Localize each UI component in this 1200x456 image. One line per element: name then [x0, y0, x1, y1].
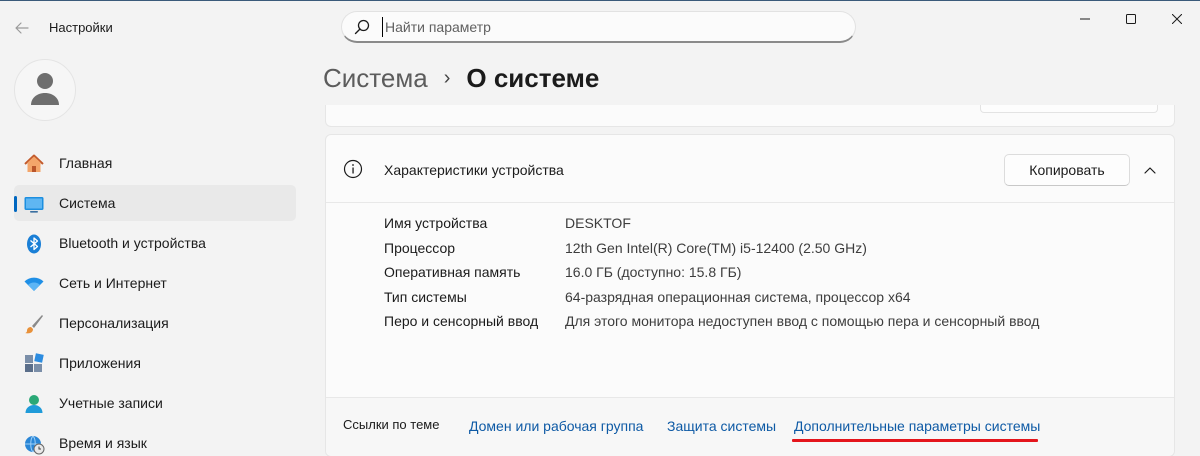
breadcrumb: Система › О системе: [323, 63, 599, 94]
minimize-button[interactable]: [1062, 1, 1108, 37]
app-title: Настройки: [49, 20, 113, 35]
spec-label: Перо и сенсорный ввод: [384, 313, 539, 329]
window-controls: [1062, 1, 1200, 37]
globe-clock-icon: [23, 433, 45, 455]
sidebar-item-apps[interactable]: Приложения: [14, 345, 296, 381]
spec-value: 64-разрядная операционная система, проце…: [565, 288, 911, 305]
system-icon: [23, 193, 45, 215]
domain-workgroup-link[interactable]: Домен или рабочая группа: [469, 418, 643, 434]
highlight-underline: [792, 439, 1038, 442]
home-icon: [23, 153, 45, 175]
avatar[interactable]: [14, 59, 76, 121]
sidebar-item-personalization[interactable]: Персонализация: [14, 305, 296, 341]
apps-icon: [23, 353, 45, 375]
search-input[interactable]: [382, 17, 842, 37]
sidebar-item-home[interactable]: Главная: [14, 145, 296, 181]
collapse-button[interactable]: [1138, 158, 1162, 182]
settings-window: Настройки Найти параметр Главная Система…: [0, 0, 1200, 456]
spec-value: DESKTOF: [565, 215, 631, 231]
system-protection-link[interactable]: Защита системы: [667, 418, 776, 434]
spec-value: Для этого монитора недоступен ввод с пом…: [565, 313, 1040, 329]
related-links-label: Ссылки по теме: [343, 417, 440, 432]
maximize-icon: [1126, 14, 1136, 24]
spec-label: Тип системы: [384, 288, 467, 305]
back-arrow-icon: [15, 22, 29, 34]
copy-button[interactable]: Копировать: [1004, 154, 1130, 186]
sidebar-item-system[interactable]: Система: [14, 185, 296, 221]
sidebar-item-label: Учетные записи: [59, 395, 163, 411]
spec-value: 12th Gen Intel(R) Core(TM) i5-12400 (2.5…: [565, 239, 867, 256]
sidebar-item-label: Сеть и Интернет: [59, 275, 167, 291]
card-title: Характеристики устройства: [384, 162, 564, 178]
spec-label: Оперативная память: [384, 264, 521, 280]
brush-icon: [23, 313, 45, 335]
sidebar-item-label: Главная: [59, 155, 113, 171]
sidebar-item-label: Время и язык: [59, 435, 147, 451]
chevron-up-icon: [1144, 167, 1156, 174]
minimize-icon: [1080, 18, 1090, 20]
device-specs-header[interactable]: Характеристики устройства Копировать: [326, 135, 1174, 203]
wifi-icon: [23, 273, 45, 295]
spec-label: Процессор: [384, 239, 456, 256]
search-icon: [354, 19, 370, 35]
page-title: О системе: [466, 63, 600, 93]
sidebar-item-bluetooth[interactable]: Bluetooth и устройства: [14, 225, 296, 261]
chevron-right-icon: ›: [443, 67, 451, 89]
sidebar-item-network[interactable]: Сеть и Интернет: [14, 265, 296, 301]
sidebar-item-label: Bluetooth и устройства: [59, 235, 206, 251]
sidebar-item-label: Персонализация: [59, 315, 169, 331]
sidebar-item-label: Приложения: [59, 355, 141, 371]
info-icon: [343, 159, 363, 179]
search-box[interactable]: [341, 11, 856, 43]
advanced-system-settings-link[interactable]: Дополнительные параметры системы: [794, 418, 1040, 434]
sidebar-item-label: Система: [59, 195, 116, 211]
sidebar-nav: Главная Система Bluetooth и устройства С…: [14, 145, 296, 456]
maximize-button[interactable]: [1108, 1, 1154, 37]
back-button[interactable]: [10, 17, 34, 39]
related-links: Ссылки по теме Домен или рабочая группа …: [326, 397, 1174, 456]
previous-card-edge: [325, 105, 1175, 127]
title-bar: Настройки: [0, 1, 1200, 53]
account-icon: [23, 393, 45, 415]
breadcrumb-parent[interactable]: Система: [323, 63, 428, 94]
user-icon: [31, 73, 59, 105]
sidebar-item-time-language[interactable]: Время и язык: [14, 425, 296, 456]
spec-label: Имя устройства: [384, 215, 488, 231]
device-specs-card: Характеристики устройства Копировать Имя…: [325, 134, 1175, 456]
sidebar-item-accounts[interactable]: Учетные записи: [14, 385, 296, 421]
spec-value: 16.0 ГБ (доступно: 15.8 ГБ): [565, 264, 742, 280]
close-icon: [1172, 14, 1182, 24]
content-area: Характеристики устройства Копировать Имя…: [325, 105, 1175, 456]
close-button[interactable]: [1154, 1, 1200, 37]
bluetooth-icon: [23, 233, 45, 255]
previous-card-button[interactable]: [980, 105, 1158, 113]
